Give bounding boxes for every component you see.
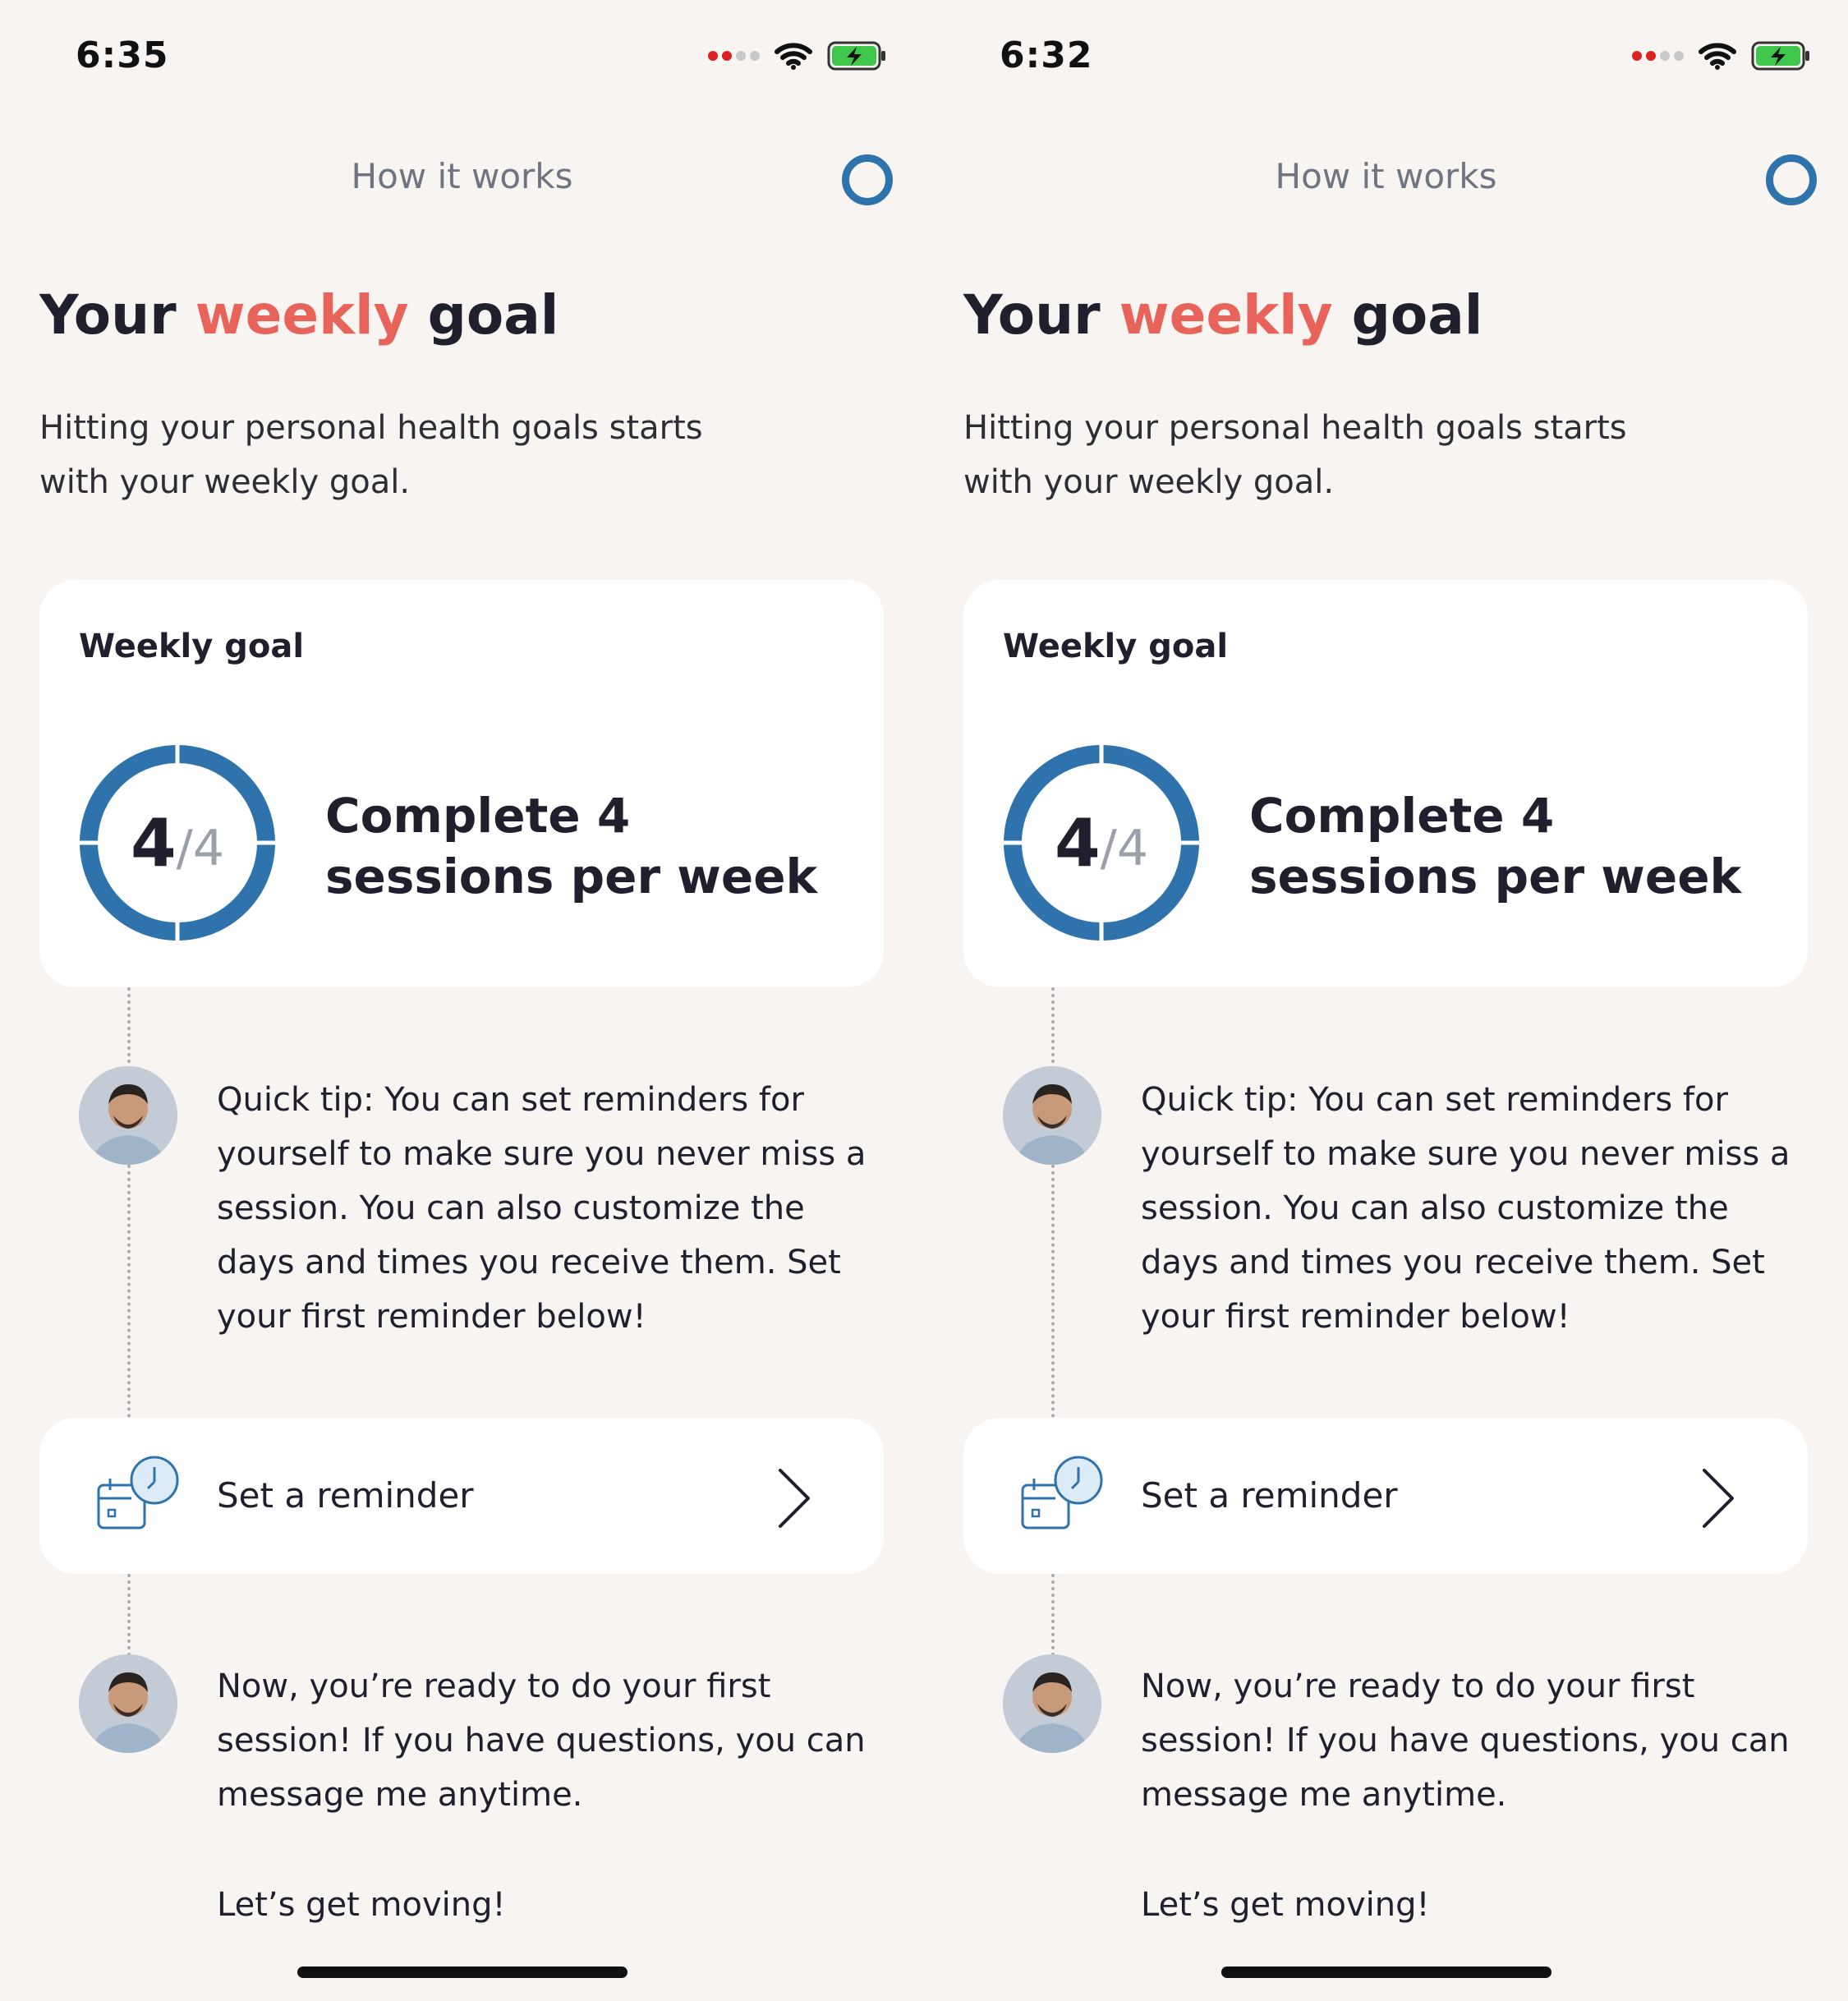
page-subtitle: Hitting your personal health goals start… bbox=[963, 409, 1627, 501]
goal-description: Complete 4 sessions per week bbox=[1249, 788, 1742, 904]
set-reminder-button[interactable]: Set a reminder bbox=[963, 1418, 1808, 1574]
title-accent: weekly bbox=[195, 283, 409, 347]
coach-tip: Quick tip: You can set reminders for you… bbox=[217, 1081, 867, 1336]
chevron-right-icon bbox=[779, 1469, 810, 1528]
goal-card-label: Weekly goal bbox=[1003, 628, 1229, 665]
timeline-connector bbox=[1051, 1574, 1055, 1656]
title-prefix: Your bbox=[963, 283, 1101, 347]
coach-tip: Quick tip: You can set reminders for you… bbox=[1141, 1081, 1791, 1336]
reminder-label: Set a reminder bbox=[217, 1475, 474, 1516]
coach-avatar bbox=[1003, 1654, 1101, 1753]
coach-sign-off: Let’s get moving! bbox=[217, 1886, 506, 1924]
title-prefix: Your bbox=[39, 283, 177, 347]
goal-description: Complete 4 sessions per week bbox=[325, 788, 818, 904]
goal-card-label: Weekly goal bbox=[79, 628, 305, 665]
signal-icon bbox=[708, 51, 760, 61]
status-icons bbox=[1632, 41, 1812, 71]
reminder-label: Set a reminder bbox=[1141, 1475, 1398, 1516]
nav-title: How it works bbox=[351, 156, 573, 196]
weekly-goal-card: Weekly goal 4 /4 Complete 4 sessions per… bbox=[39, 580, 884, 987]
title-suffix: goal bbox=[427, 283, 559, 347]
status-icons bbox=[708, 41, 888, 71]
status-time: 6:32 bbox=[1000, 34, 1093, 76]
title-accent: weekly bbox=[1119, 283, 1333, 347]
progress-total: /4 bbox=[1100, 820, 1149, 877]
nav-title: How it works bbox=[1275, 156, 1497, 196]
coach-final-message: Now, you’re ready to do your first sessi… bbox=[217, 1668, 866, 1814]
page-title: Your weekly goal bbox=[39, 283, 559, 347]
calendar-clock-icon bbox=[1021, 1456, 1103, 1530]
progress-count: 4 /4 bbox=[1003, 744, 1200, 941]
timeline-connector bbox=[127, 987, 131, 1418]
progress-total: /4 bbox=[176, 820, 225, 877]
coach-final-message: Now, you’re ready to do your first sessi… bbox=[1141, 1668, 1790, 1814]
help-circle-icon[interactable] bbox=[842, 154, 893, 205]
calendar-clock-icon bbox=[97, 1456, 179, 1530]
wifi-icon bbox=[775, 42, 812, 70]
phone-screen: 6:32 How it works Your weekly goal Hitti… bbox=[924, 0, 1848, 2001]
title-suffix: goal bbox=[1351, 283, 1483, 347]
page-subtitle: Hitting your personal health goals start… bbox=[39, 409, 703, 501]
status-time: 6:35 bbox=[76, 34, 169, 76]
page-title: Your weekly goal bbox=[963, 283, 1483, 347]
coach-avatar bbox=[1003, 1066, 1101, 1165]
coach-avatar bbox=[79, 1654, 177, 1753]
progress-count: 4 /4 bbox=[79, 744, 276, 941]
home-indicator bbox=[297, 1966, 627, 1978]
phone-screen: 6:35 How it works Your weekly goal Hitti… bbox=[0, 0, 924, 2001]
help-circle-icon[interactable] bbox=[1766, 154, 1817, 205]
wifi-icon bbox=[1699, 42, 1736, 70]
chevron-right-icon bbox=[1703, 1469, 1734, 1528]
coach-avatar bbox=[79, 1066, 177, 1165]
battery-charging-icon bbox=[1751, 41, 1812, 71]
coach-sign-off: Let’s get moving! bbox=[1141, 1886, 1430, 1924]
timeline-connector bbox=[127, 1574, 131, 1656]
progress-done: 4 bbox=[130, 804, 177, 881]
timeline-connector bbox=[1051, 987, 1055, 1418]
weekly-goal-card: Weekly goal 4 /4 Complete 4 sessions per… bbox=[963, 580, 1808, 987]
battery-charging-icon bbox=[827, 41, 888, 71]
signal-icon bbox=[1632, 51, 1684, 61]
set-reminder-button[interactable]: Set a reminder bbox=[39, 1418, 884, 1574]
home-indicator bbox=[1221, 1966, 1551, 1978]
progress-done: 4 bbox=[1054, 804, 1101, 881]
